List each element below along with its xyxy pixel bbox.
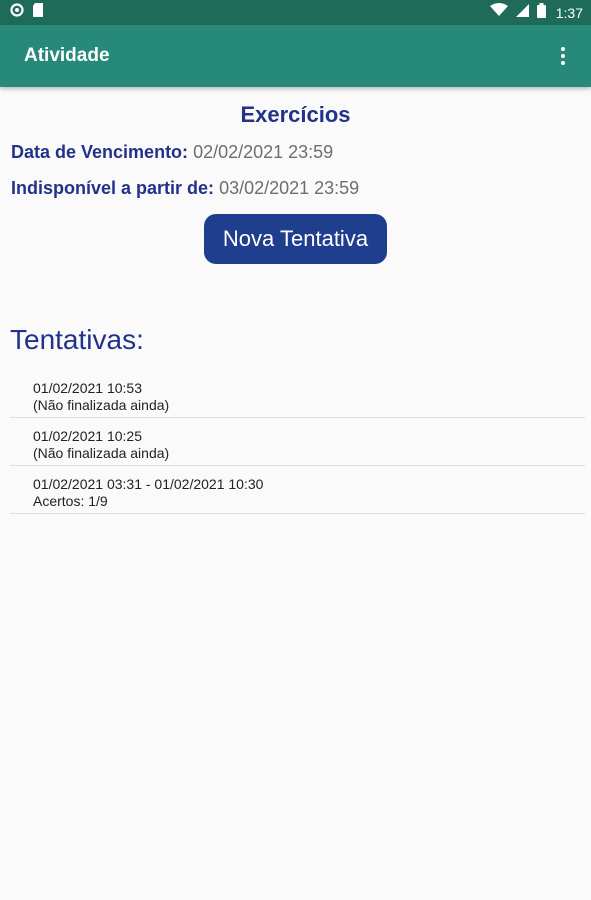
battery-icon	[536, 2, 546, 23]
status-bar-left	[10, 3, 44, 22]
sd-card-icon	[32, 3, 44, 22]
attempts-heading: Tentativas:	[10, 324, 144, 355]
attempts-list: 01/02/2021 10:53 (Não finalizada ainda) …	[10, 370, 585, 514]
status-bar-right: 1:37	[489, 2, 583, 23]
app-bar: Atividade	[0, 25, 591, 87]
unavailable-date-label: Indisponível a partir de:	[11, 178, 215, 198]
activity-content: Exercícios Data de Vencimento: 02/02/202…	[0, 87, 591, 514]
attempt-status: (Não finalizada ainda)	[33, 397, 170, 413]
signal-icon	[515, 3, 529, 22]
list-item[interactable]: 01/02/2021 10:53 (Não finalizada ainda)	[10, 370, 585, 418]
activity-title: Exercícios	[240, 102, 351, 127]
status-bar: 1:37	[0, 0, 591, 25]
list-item[interactable]: 01/02/2021 03:31 - 01/02/2021 10:30 Acer…	[10, 466, 585, 514]
unavailable-date-value: 03/02/2021 23:59	[219, 178, 360, 198]
more-vert-icon[interactable]	[553, 41, 573, 71]
attempt-date: 01/02/2021 10:53	[33, 380, 142, 396]
app-bar-title: Atividade	[24, 45, 110, 66]
new-attempt-button[interactable]: Nova Tentativa	[204, 214, 387, 264]
due-date-value: 02/02/2021 23:59	[193, 142, 334, 162]
status-time: 1:37	[555, 4, 583, 21]
unavailable-date-row: Indisponível a partir de: 03/02/2021 23:…	[11, 178, 591, 202]
new-attempt-wrapper: Nova Tentativa	[0, 214, 591, 264]
due-date-row: Data de Vencimento: 02/02/2021 23:59	[11, 142, 591, 166]
attempt-status: (Não finalizada ainda)	[33, 445, 170, 461]
list-item[interactable]: 01/02/2021 10:25 (Não finalizada ainda)	[10, 418, 585, 466]
attempt-status: Acertos: 1/9	[33, 493, 108, 509]
attempt-date: 01/02/2021 03:31 - 01/02/2021 10:30	[33, 476, 264, 492]
due-date-label: Data de Vencimento:	[11, 142, 189, 162]
circle-notification-icon	[10, 3, 24, 22]
wifi-icon	[489, 3, 508, 22]
attempt-date: 01/02/2021 10:25	[33, 428, 142, 444]
